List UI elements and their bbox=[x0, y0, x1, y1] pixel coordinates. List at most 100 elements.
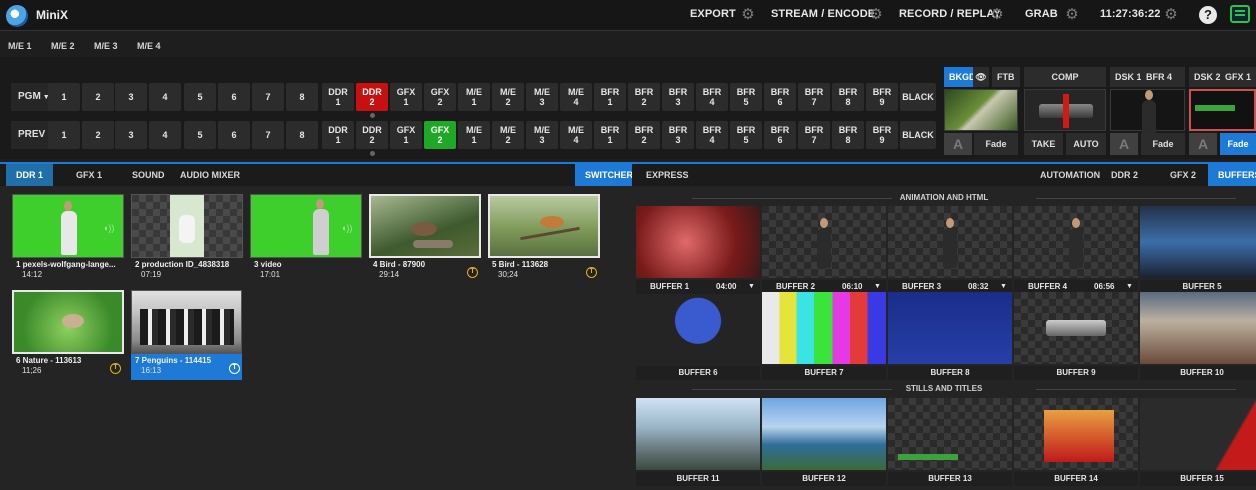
pgm-source-button[interactable]: BFR 4 bbox=[696, 83, 728, 111]
t-bar[interactable] bbox=[1024, 89, 1106, 131]
pgm-source-button[interactable]: M/E 4 bbox=[560, 83, 592, 111]
buffer-item[interactable]: BUFFER 3 08:32 ▼ bbox=[888, 206, 1012, 296]
tab-me2[interactable]: M/E 2 bbox=[51, 41, 75, 51]
export-gear-icon[interactable]: ⚙ bbox=[740, 7, 756, 23]
prev-input-5-button[interactable]: 5 bbox=[184, 121, 216, 149]
media-item-selected[interactable]: 7 Penguins - 114415 16:13 T bbox=[131, 290, 242, 380]
prev-row-label[interactable]: PREV▼ bbox=[11, 121, 54, 149]
pgm-input-3-button[interactable]: 3 bbox=[115, 83, 147, 111]
media-item[interactable]: 6 Nature - 113613 11;26 T bbox=[12, 290, 124, 376]
prev-source-button[interactable]: M/E 1 bbox=[458, 121, 490, 149]
pgm-source-button[interactable]: M/E 1 bbox=[458, 83, 490, 111]
export-button[interactable]: EXPORT bbox=[690, 8, 736, 20]
buffer-item[interactable]: BUFFER 7 bbox=[762, 292, 886, 382]
tab-me4[interactable]: M/E 4 bbox=[137, 41, 161, 51]
prev-source-button[interactable]: BFR 2 bbox=[628, 121, 660, 149]
record-replay-button[interactable]: RECORD / REPLAY bbox=[899, 8, 1001, 20]
prev-input-2-button[interactable]: 2 bbox=[82, 121, 114, 149]
prev-source-button[interactable]: BFR 5 bbox=[730, 121, 762, 149]
buffer-item[interactable]: BUFFER 13 bbox=[888, 398, 1012, 488]
pgm-source-button[interactable]: BFR 7 bbox=[798, 83, 830, 111]
media-item[interactable]: ◖)) 1 pexels-wolfgang-lange... 14:12 bbox=[12, 194, 124, 280]
pgm-black-button[interactable]: BLACK bbox=[900, 83, 936, 111]
pgm-source-button[interactable]: BFR 9 bbox=[866, 83, 898, 111]
tab-me1[interactable]: M/E 1 bbox=[8, 41, 32, 51]
grab-button[interactable]: GRAB bbox=[1025, 8, 1058, 20]
dsk1-fade-button[interactable]: Fade bbox=[1141, 133, 1185, 155]
buffer-item[interactable]: BUFFER 8 bbox=[888, 292, 1012, 382]
prev-source-button[interactable]: BFR 1 bbox=[594, 121, 626, 149]
pgm-input-5-button[interactable]: 5 bbox=[184, 83, 216, 111]
prev-input-4-button[interactable]: 4 bbox=[149, 121, 181, 149]
ftb-button[interactable]: FTB bbox=[992, 67, 1020, 87]
buffer-item[interactable]: BUFFER 4 06:56 ▼ bbox=[1014, 206, 1138, 296]
transition-icon[interactable]: A bbox=[944, 133, 972, 155]
record-gear-icon[interactable]: ⚙ bbox=[989, 7, 1005, 23]
auto-button[interactable]: AUTO bbox=[1066, 133, 1106, 155]
prev-source-button[interactable]: BFR 8 bbox=[832, 121, 864, 149]
buffer-item[interactable]: BUFFER 5 bbox=[1140, 206, 1256, 296]
tab-ddr2[interactable]: DDR 2 bbox=[1101, 164, 1148, 186]
tab-express[interactable]: EXPRESS bbox=[636, 164, 699, 186]
buffer-item[interactable]: BUFFER 9 bbox=[1014, 292, 1138, 382]
media-item[interactable]: 4 Bird - 87900 29:14 T bbox=[369, 194, 481, 280]
pgm-input-6-button[interactable]: 6 bbox=[218, 83, 250, 111]
tab-sound[interactable]: SOUND bbox=[122, 164, 175, 186]
prev-source-button[interactable]: BFR 3 bbox=[662, 121, 694, 149]
prev-input-6-button[interactable]: 6 bbox=[218, 121, 250, 149]
grab-gear-icon[interactable]: ⚙ bbox=[1064, 7, 1080, 23]
bkgd-fade-button[interactable]: Fade bbox=[974, 133, 1018, 155]
pgm-input-4-button[interactable]: 4 bbox=[149, 83, 181, 111]
prev-source-button[interactable]: M/E 2 bbox=[492, 121, 524, 149]
pgm-input-8-button[interactable]: 8 bbox=[286, 83, 318, 111]
prev-input-8-button[interactable]: 8 bbox=[286, 121, 318, 149]
pgm-source-button[interactable]: BFR 1 bbox=[594, 83, 626, 111]
dsk1-source-select[interactable]: BFR 4 ▼ bbox=[1141, 67, 1185, 102]
tab-automation[interactable]: AUTOMATION bbox=[1030, 164, 1110, 186]
prev-source-button[interactable]: M/E 4 bbox=[560, 121, 592, 149]
tab-gfx2[interactable]: GFX 2 bbox=[1160, 164, 1206, 186]
prev-input-1-button[interactable]: 1 bbox=[48, 121, 80, 149]
media-item[interactable]: ◖)) 3 video 17:01 bbox=[250, 194, 362, 280]
eye-icon[interactable]: 👁 bbox=[973, 67, 989, 87]
pgm-source-button[interactable]: BFR 5 bbox=[730, 83, 762, 111]
pgm-source-button[interactable]: BFR 6 bbox=[764, 83, 796, 111]
pgm-source-button[interactable]: GFX 2 bbox=[424, 83, 456, 111]
transition-icon[interactable]: A bbox=[1189, 133, 1217, 155]
buffer-item[interactable]: BUFFER 1 04:00 ▼ bbox=[636, 206, 760, 296]
clock-gear-icon[interactable]: ⚙ bbox=[1163, 7, 1179, 23]
prev-source-button[interactable]: BFR 7 bbox=[798, 121, 830, 149]
tab-audio-mixer[interactable]: AUDIO MIXER bbox=[170, 164, 250, 186]
prev-source-button[interactable]: BFR 9 bbox=[866, 121, 898, 149]
buffer-item[interactable]: BUFFER 14 bbox=[1014, 398, 1138, 488]
prev-source-button[interactable]: GFX 1 bbox=[390, 121, 422, 149]
pgm-row-label[interactable]: PGM ▼ bbox=[11, 83, 51, 111]
prev-input-3-button[interactable]: 3 bbox=[115, 121, 147, 149]
pgm-source-button[interactable]: BFR 3 bbox=[662, 83, 694, 111]
stream-encode-button[interactable]: STREAM / ENCODE bbox=[771, 8, 875, 20]
buffer-item[interactable]: BUFFER 6 bbox=[636, 292, 760, 382]
dsk2-fade-button[interactable]: Fade bbox=[1220, 133, 1256, 155]
buffer-item[interactable]: BUFFER 15 bbox=[1140, 398, 1256, 488]
buffer-item[interactable]: BUFFER 11 bbox=[636, 398, 760, 488]
prev-source-button[interactable]: DDR 2 bbox=[356, 121, 388, 149]
buffer-item[interactable]: BUFFER 12 bbox=[762, 398, 886, 488]
pgm-source-button[interactable]: GFX 1 bbox=[390, 83, 422, 111]
prev-black-button[interactable]: BLACK bbox=[900, 121, 936, 149]
pgm-source-button[interactable]: BFR 8 bbox=[832, 83, 864, 111]
prev-source-button[interactable]: BFR 4 bbox=[696, 121, 728, 149]
pgm-input-1-button[interactable]: 1 bbox=[48, 83, 80, 111]
tab-buffers[interactable]: BUFFERS bbox=[1208, 164, 1256, 186]
pgm-input-7-button[interactable]: 7 bbox=[252, 83, 284, 111]
buffer-item[interactable]: BUFFER 10 bbox=[1140, 292, 1256, 382]
pgm-source-button[interactable]: M/E 2 bbox=[492, 83, 524, 111]
pgm-input-2-button[interactable]: 2 bbox=[82, 83, 114, 111]
prev-source-button[interactable]: M/E 3 bbox=[526, 121, 558, 149]
comp-button[interactable]: COMP bbox=[1024, 67, 1106, 87]
transition-icon[interactable]: A bbox=[1110, 133, 1138, 155]
prev-source-button[interactable]: DDR 1 bbox=[322, 121, 354, 149]
dsk2-source-select[interactable]: GFX 1 ▼ bbox=[1220, 67, 1256, 102]
pgm-source-button[interactable]: DDR 1 bbox=[322, 83, 354, 111]
take-button[interactable]: TAKE bbox=[1024, 133, 1063, 155]
pgm-source-button[interactable]: BFR 2 bbox=[628, 83, 660, 111]
